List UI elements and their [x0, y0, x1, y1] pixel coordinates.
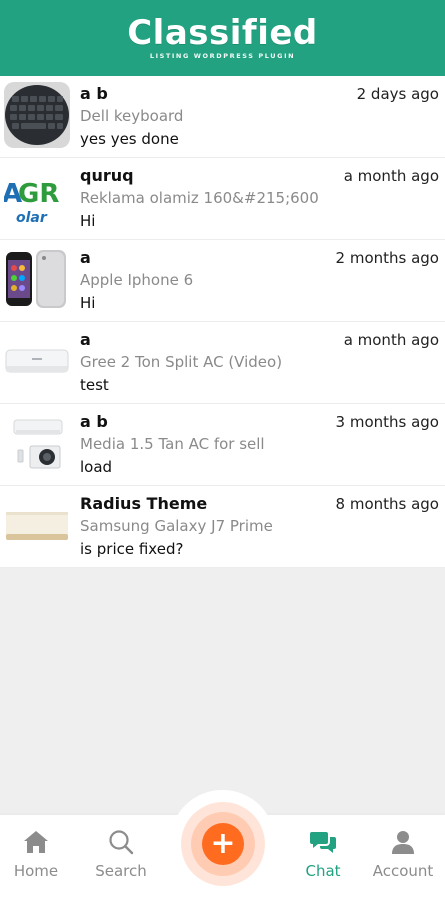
chat-list-item[interactable]: a b 2 days ago Dell keyboard yes yes don…: [0, 76, 445, 158]
chat-listing-title: Gree 2 Ton Split AC (Video): [80, 353, 283, 371]
chat-list-item[interactable]: Radius Theme 8 months ago Samsung Galaxy…: [0, 486, 445, 568]
svg-text:GR: GR: [18, 179, 59, 209]
chat-timestamp: 2 months ago: [335, 249, 439, 267]
chat-list-item[interactable]: A GR olar quruq a month ago Reklama olam…: [0, 158, 445, 240]
chat-list-item[interactable]: a b 3 months ago Media 1.5 Tan AC for se…: [0, 404, 445, 486]
app-logo-subtitle: LISTING WORDPRESS PLUGIN: [149, 52, 296, 60]
app-logo-title: Classified: [127, 13, 318, 53]
chat-timestamp: a month ago: [343, 167, 439, 185]
chat-timestamp: 3 months ago: [335, 413, 439, 431]
chat-listing-title: Apple Iphone 6: [80, 271, 194, 289]
app-header: Classified LISTING WORDPRESS PLUGIN: [0, 0, 445, 76]
plus-icon: +: [210, 826, 236, 861]
nav-home[interactable]: Home: [0, 828, 76, 880]
chat-last-message: load: [80, 458, 113, 476]
chat-sender-name: a: [80, 330, 91, 349]
chat-list-item[interactable]: a 2 months ago Apple Iphone 6 Hi: [0, 240, 445, 322]
phone-box-image: [4, 492, 70, 558]
ac-set-image: [4, 410, 70, 476]
chat-listing-title: Dell keyboard: [80, 107, 184, 125]
chat-sender-name: Radius Theme: [80, 494, 208, 513]
keyboard-image: [4, 82, 70, 148]
chat-sender-name: quruq: [80, 166, 134, 185]
nav-chat-label: Chat: [305, 862, 341, 880]
user-icon: [363, 828, 443, 856]
chat-sender-name: a: [80, 248, 91, 267]
chat-listing-title: Media 1.5 Tan AC for sell: [80, 435, 265, 453]
chat-last-message: yes yes done: [80, 130, 179, 148]
chat-last-message: test: [80, 376, 109, 394]
chat-list: a b 2 days ago Dell keyboard yes yes don…: [0, 76, 445, 568]
ac-unit-image: [4, 328, 70, 394]
chat-listing-title: Reklama olamiz 160&#215;600: [80, 189, 319, 207]
chat-bubbles-icon: [283, 828, 363, 856]
chat-list-item[interactable]: a a month ago Gree 2 Ton Split AC (Video…: [0, 322, 445, 404]
nav-account[interactable]: Account: [363, 828, 443, 880]
chat-sender-name: a b: [80, 412, 108, 431]
nav-search[interactable]: Search: [81, 828, 161, 880]
agro-logo-image: A GR olar: [4, 164, 70, 230]
chat-timestamp: 2 days ago: [356, 85, 439, 103]
chat-last-message: Hi: [80, 294, 96, 312]
nav-search-label: Search: [95, 862, 147, 880]
nav-chat[interactable]: Chat: [283, 828, 363, 880]
chat-sender-name: a b: [80, 84, 108, 103]
search-icon: [81, 828, 161, 856]
chat-timestamp: a month ago: [343, 331, 439, 349]
chat-last-message: Hi: [80, 212, 96, 230]
nav-home-label: Home: [13, 862, 59, 880]
svg-text:olar: olar: [16, 210, 48, 226]
chat-last-message: is price fixed?: [80, 540, 184, 558]
chat-listing-title: Samsung Galaxy J7 Prime: [80, 517, 273, 535]
chat-timestamp: 8 months ago: [335, 495, 439, 513]
add-listing-button[interactable]: +: [202, 823, 244, 865]
home-icon: [0, 828, 76, 856]
nav-account-label: Account: [372, 862, 434, 880]
iphone-image: [4, 246, 70, 312]
